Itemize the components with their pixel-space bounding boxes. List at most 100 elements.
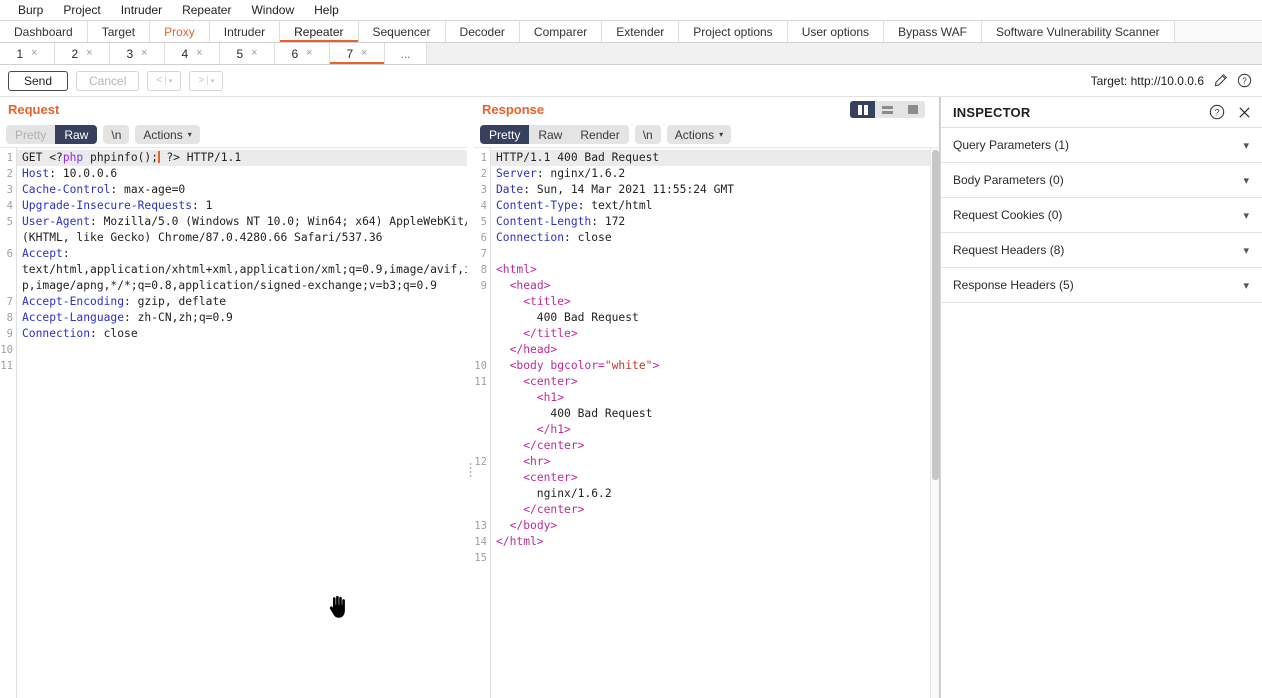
send-button[interactable]: Send: [8, 70, 68, 91]
request-newline-button[interactable]: \n: [103, 125, 130, 144]
request-view-raw[interactable]: Raw: [55, 125, 98, 144]
layout-toggle-group[interactable]: [850, 101, 925, 118]
tab-software-vulnerability-scanner[interactable]: Software Vulnerability Scanner: [981, 21, 1175, 42]
menu-item-repeater[interactable]: Repeater: [172, 1, 241, 19]
forward-button[interactable]: > | ▾: [189, 70, 224, 91]
response-code[interactable]: HTTP/1.1 400 Bad Request Server: nginx/1.…: [491, 148, 939, 698]
chevron-down-icon[interactable]: ▾: [1243, 279, 1249, 292]
code-line: Connection: close: [22, 326, 467, 342]
tab-proxy[interactable]: Proxy: [150, 21, 210, 42]
code-line: 400 Bad Request: [496, 310, 939, 326]
menu-item-intruder[interactable]: Intruder: [111, 1, 172, 19]
response-scrollbar[interactable]: [930, 148, 939, 698]
response-view-render[interactable]: Render: [571, 125, 628, 144]
request-actions-button[interactable]: Actions ▾: [135, 125, 200, 144]
tab-dashboard[interactable]: Dashboard: [0, 21, 88, 42]
tab-bypass-waf[interactable]: Bypass WAF: [884, 21, 982, 42]
close-icon[interactable]: [1237, 105, 1252, 120]
chevron-down-icon[interactable]: ▾: [1243, 174, 1249, 187]
menu-item-project[interactable]: Project: [53, 1, 110, 19]
tab-decoder[interactable]: Decoder: [445, 21, 520, 42]
pane-splitter[interactable]: [467, 97, 474, 698]
repeater-tab-7[interactable]: 7 ×: [330, 43, 385, 64]
inspector-section-query-parameters-1[interactable]: Query Parameters (1) ▾: [941, 128, 1262, 163]
response-editor[interactable]: 1 2 3 4 5 6 7 8 9 10 11 12 13 14 15 HTTP/1.1 400 Bad R…: [474, 147, 939, 698]
code-line: </title>: [496, 326, 939, 342]
tab-project-options[interactable]: Project options: [679, 21, 788, 42]
help-icon[interactable]: ?: [1209, 104, 1225, 120]
code-token: : gzip, deflate: [124, 295, 227, 308]
close-icon[interactable]: ×: [141, 48, 147, 59]
response-newline-button[interactable]: \n: [634, 125, 661, 144]
tab-comparer[interactable]: Comparer: [519, 21, 603, 42]
code-line: <h1>: [496, 390, 939, 406]
code-token: : zh-CN,zh;q=0.9: [124, 311, 233, 324]
request-editor[interactable]: 1 2 3 4 5 6 7 8 9 10 11 GET <?php phpinfo(); ?> HT…: [0, 147, 467, 698]
tab-user-options[interactable]: User options: [787, 21, 885, 42]
inspector-section-body-parameters-0[interactable]: Body Parameters (0) ▾: [941, 163, 1262, 198]
target-label: Target: http://10.0.0.6: [1090, 73, 1204, 88]
layout-stacked-button[interactable]: [875, 101, 900, 118]
code-line: Host: 10.0.0.6: [22, 166, 467, 182]
request-code[interactable]: GET <?php phpinfo(); ?> HTTP/1.1 Host: 10…: [17, 148, 467, 698]
line-number: 6: [480, 232, 487, 244]
code-token: Upgrade-Insecure-Requests: [22, 199, 193, 212]
tab-extender[interactable]: Extender: [602, 21, 680, 42]
tab-intruder[interactable]: Intruder: [209, 21, 281, 42]
close-icon[interactable]: ×: [31, 48, 37, 59]
repeater-tab-2[interactable]: 2 ×: [55, 43, 110, 64]
chevron-down-icon[interactable]: ▾: [1243, 209, 1249, 222]
chevron-down-icon[interactable]: ▾: [1243, 139, 1249, 152]
code-token: Content-Type: [496, 199, 578, 212]
tab-target[interactable]: Target: [87, 21, 151, 42]
code-line: </center>: [496, 438, 939, 454]
repeater-tab-5[interactable]: 5 ×: [220, 43, 275, 64]
repeater-tab-3[interactable]: 3 ×: [110, 43, 165, 64]
line-number: 5: [480, 216, 487, 228]
chevron-down-icon[interactable]: ▾: [1243, 244, 1249, 257]
menu-item-burp[interactable]: Burp: [8, 1, 53, 19]
pencil-icon[interactable]: [1213, 73, 1228, 88]
response-view-selector[interactable]: Pretty Raw Render: [480, 125, 629, 144]
close-icon[interactable]: ×: [251, 48, 257, 59]
action-bar: Send Cancel < | ▾ > | ▾ Target: http://1…: [0, 65, 1262, 97]
response-scrollbar-thumb[interactable]: [932, 150, 939, 480]
inspector-section-label: Query Parameters (1): [953, 138, 1070, 152]
response-view-raw[interactable]: Raw: [529, 125, 571, 144]
repeater-tab-4[interactable]: 4 ×: [165, 43, 220, 64]
response-view-pretty[interactable]: Pretty: [480, 125, 530, 144]
code-token: : 1: [192, 199, 213, 212]
back-button[interactable]: < | ▾: [147, 70, 182, 91]
close-icon[interactable]: ×: [306, 48, 312, 59]
layout-side-by-side-button[interactable]: [850, 101, 875, 118]
code-token: User-Agent: [22, 215, 91, 228]
response-toolbar: Pretty Raw Render \n Actions ▾: [474, 122, 939, 147]
chevron-down-icon: ▾: [719, 130, 724, 139]
repeater-tab-6[interactable]: 6 ×: [275, 43, 330, 64]
repeater-tab-overflow[interactable]: ...: [385, 43, 427, 64]
inspector-section-response-headers-5[interactable]: Response Headers (5) ▾: [941, 268, 1262, 303]
menu-item-help[interactable]: Help: [304, 1, 349, 19]
tab-sequencer[interactable]: Sequencer: [358, 21, 446, 42]
close-icon[interactable]: ×: [196, 48, 202, 59]
inspector-section-request-headers-8[interactable]: Request Headers (8) ▾: [941, 233, 1262, 268]
response-actions-button[interactable]: Actions ▾: [666, 125, 732, 144]
code-token: </center>: [523, 503, 585, 516]
tab-repeater[interactable]: Repeater: [280, 21, 359, 42]
close-icon[interactable]: ×: [86, 48, 92, 59]
menu-item-window[interactable]: Window: [241, 1, 304, 19]
splitter-grip-icon[interactable]: [469, 462, 472, 478]
request-view-pretty[interactable]: Pretty: [6, 125, 55, 144]
code-token: Accept: [22, 247, 63, 260]
repeater-tab-1[interactable]: 1 ×: [0, 43, 55, 64]
response-header: Response: [474, 97, 939, 122]
close-icon[interactable]: ×: [361, 48, 367, 59]
help-icon[interactable]: ?: [1237, 73, 1252, 88]
layout-single-button[interactable]: [900, 101, 925, 118]
code-line: text/html,application/xhtml+xml,applicat…: [22, 262, 467, 278]
request-view-selector[interactable]: Pretty Raw: [6, 125, 98, 144]
inspector-section-request-cookies-0[interactable]: Request Cookies (0) ▾: [941, 198, 1262, 233]
